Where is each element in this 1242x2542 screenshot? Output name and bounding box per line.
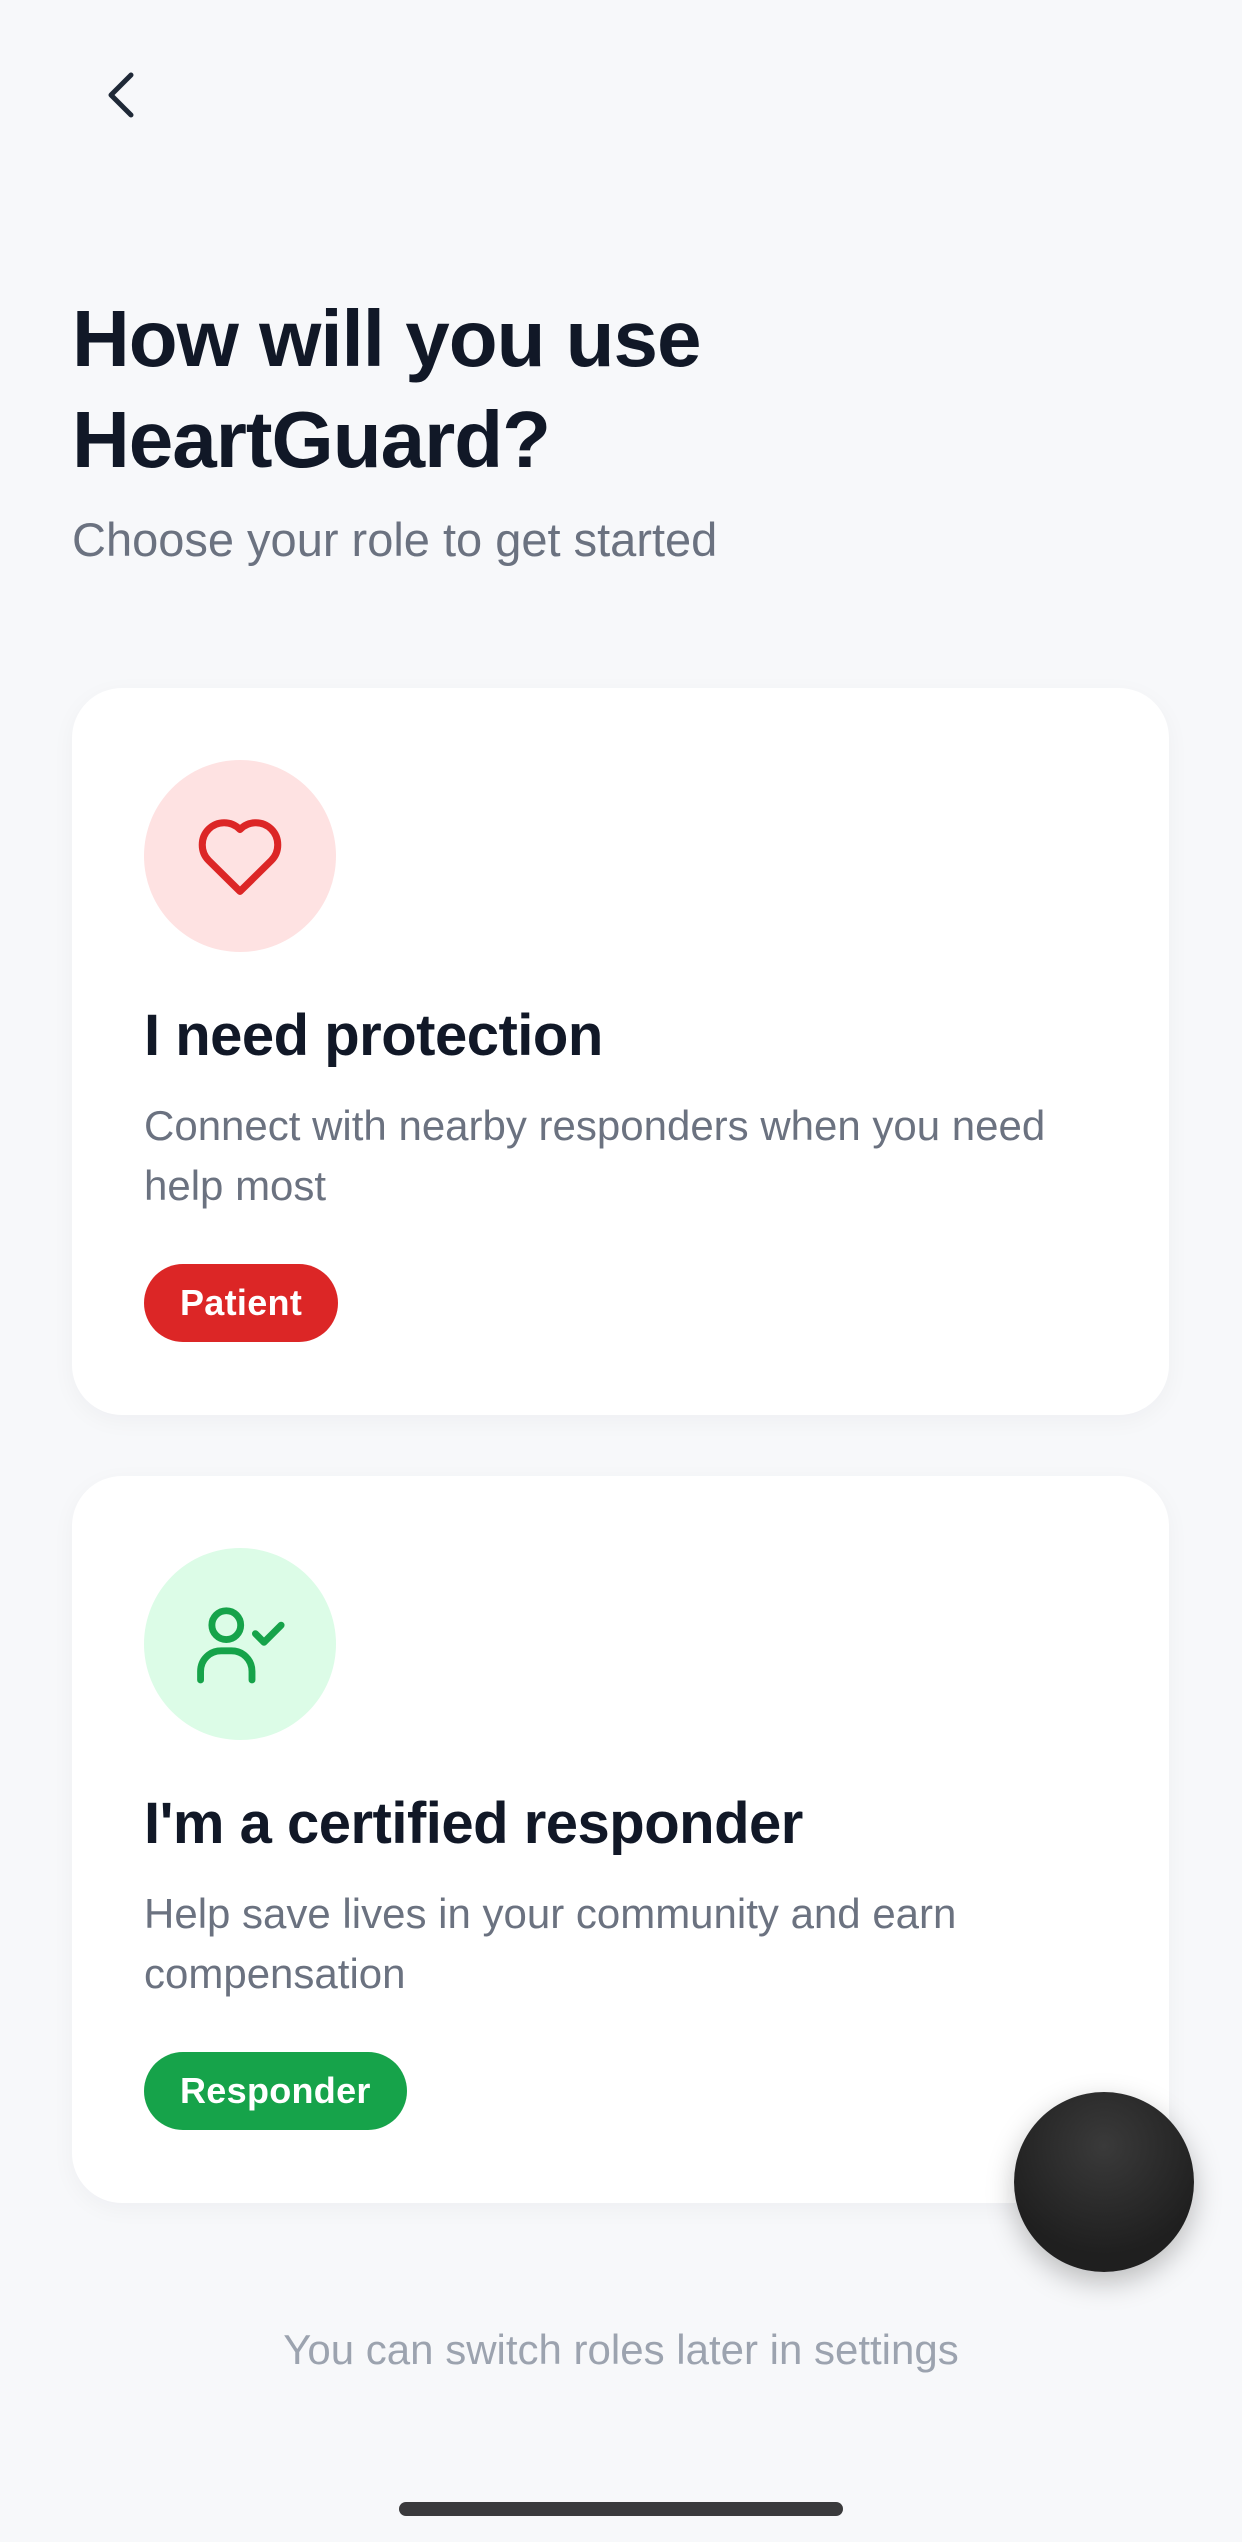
responder-badge: Responder — [144, 2052, 407, 2130]
switch-roles-note: You can switch roles later in settings — [283, 2326, 959, 2373]
page-subtitle: Choose your role to get started — [72, 513, 718, 566]
patient-badge: Patient — [144, 1264, 339, 1342]
patient-icon-circle — [144, 760, 336, 952]
patient-role-description: Connect with nearby responders when you … — [144, 1102, 1046, 1209]
responder-icon-circle — [144, 1548, 336, 1740]
floating-action-button[interactable] — [1014, 2092, 1194, 2272]
responder-role-description: Help save lives in your community and ea… — [144, 1890, 957, 1997]
heart-icon — [198, 819, 282, 895]
page-title: How will you use HeartGuard? — [72, 294, 702, 484]
patient-role-title: I need protection — [144, 1003, 603, 1068]
user-check-icon — [197, 1607, 285, 1684]
home-indicator[interactable] — [399, 2502, 843, 2516]
responder-role-card[interactable]: I'm a certified responder Help save live… — [72, 1476, 1169, 2203]
chevron-left-icon — [108, 72, 134, 118]
back-button[interactable] — [86, 60, 156, 130]
responder-role-title: I'm a certified responder — [144, 1791, 803, 1856]
patient-role-card[interactable]: I need protection Connect with nearby re… — [72, 688, 1169, 1415]
